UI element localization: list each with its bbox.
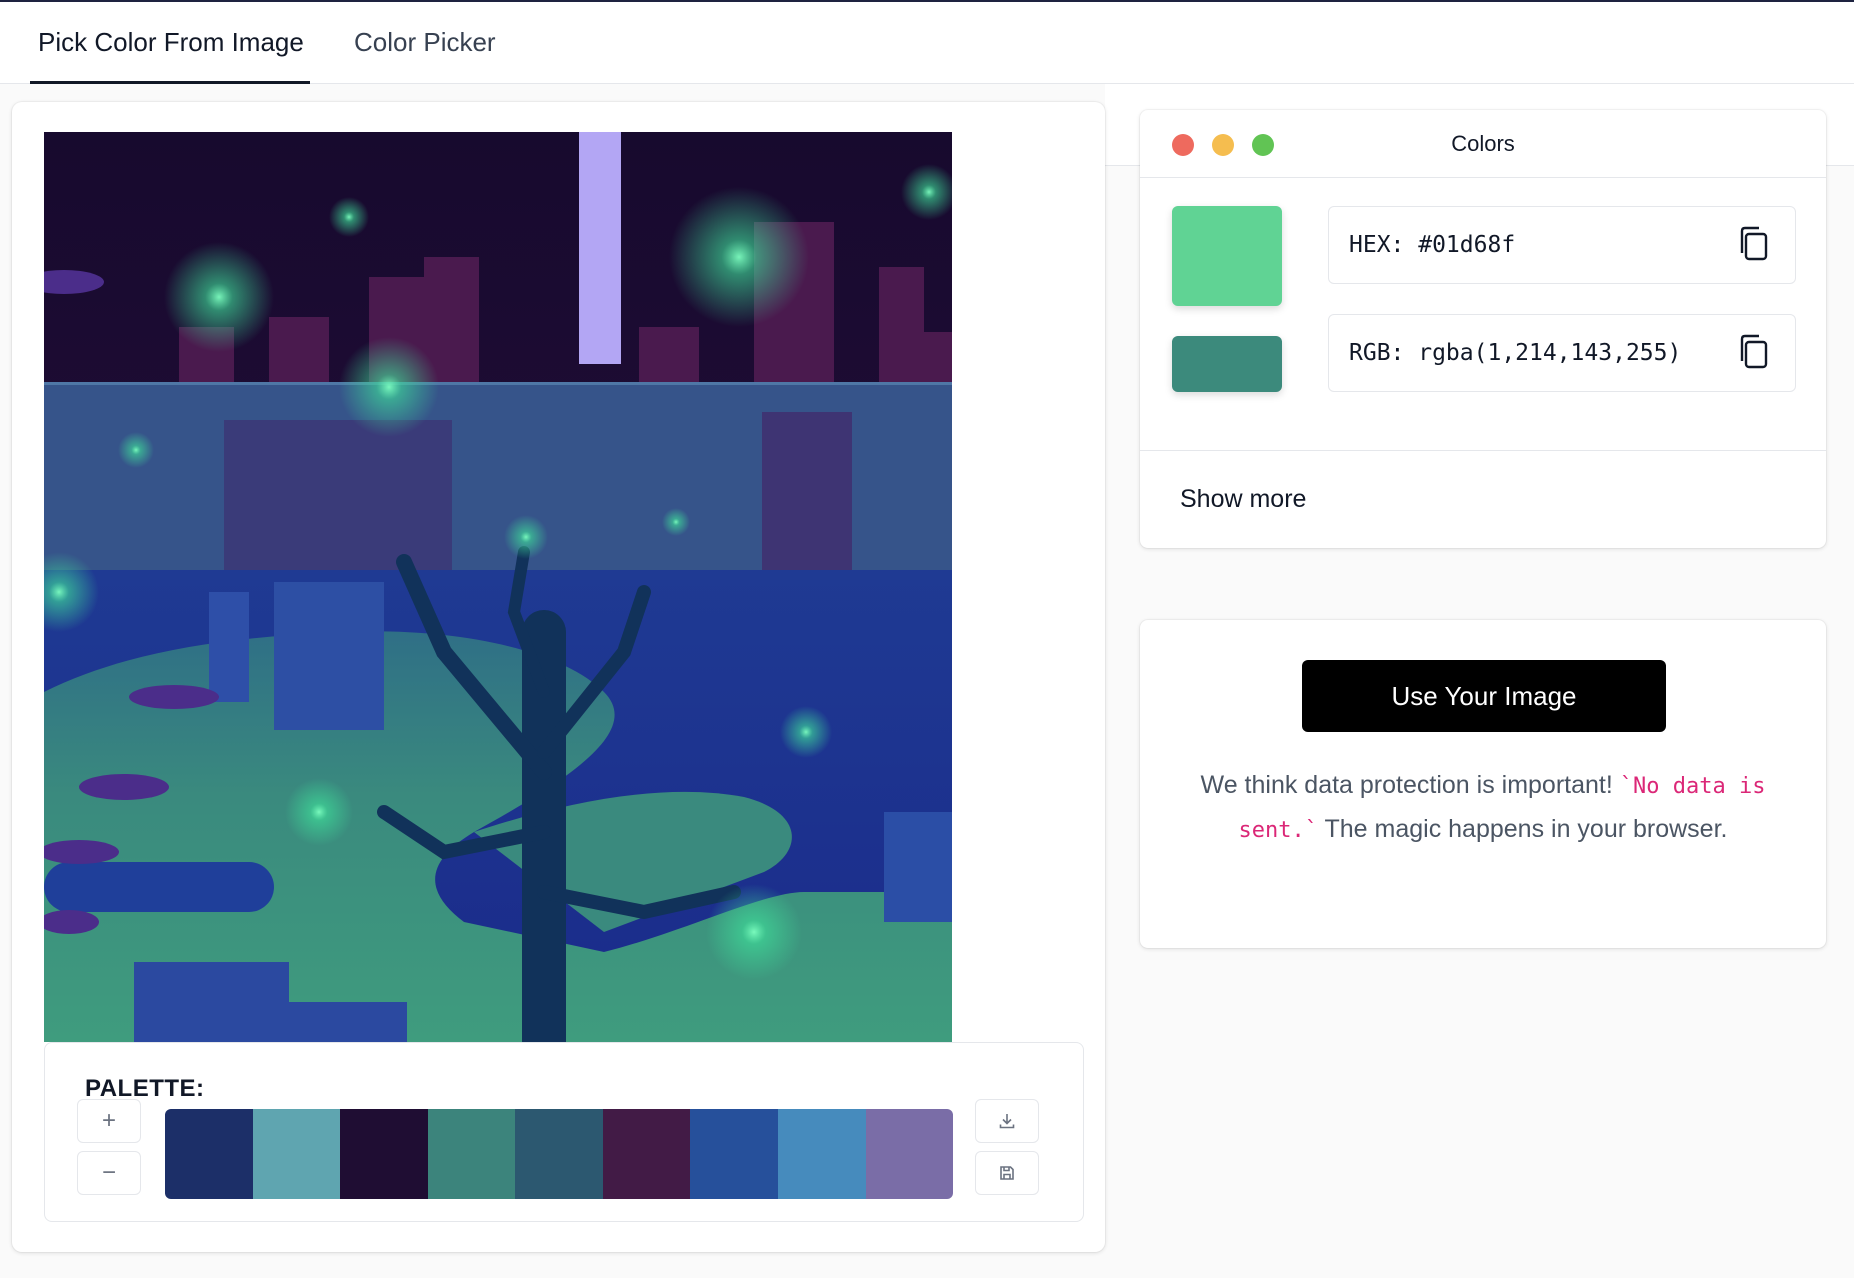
palette-panel: PALETTE: + − [44, 1042, 1084, 1222]
privacy-notice: We think data protection is important! `… [1200, 764, 1766, 852]
plus-icon: + [101, 1107, 116, 1134]
save-palette-button[interactable] [975, 1151, 1039, 1195]
colors-card: Colors HEX: #01d68f RGB: rgba(1,214,143,… [1140, 110, 1826, 548]
colors-card-footer: Show more [1140, 450, 1826, 548]
palette-swatch[interactable] [777, 1109, 866, 1199]
palette-swatch[interactable] [865, 1109, 953, 1199]
download-palette-button[interactable] [975, 1099, 1039, 1143]
remove-color-button[interactable]: − [77, 1151, 141, 1195]
colors-card-header: Colors [1140, 110, 1826, 178]
add-color-button[interactable]: + [77, 1099, 141, 1143]
copy-rgb-button[interactable] [1737, 333, 1773, 373]
hex-value-text: HEX: #01d68f [1349, 232, 1516, 258]
palette-swatch[interactable] [165, 1109, 253, 1199]
palette-swatch[interactable] [340, 1109, 428, 1199]
rgb-value-text: RGB: rgba(1,214,143,255) [1349, 340, 1682, 366]
tab-bar: Pick Color From Image Color Picker [0, 2, 1854, 84]
palette-swatch[interactable] [515, 1109, 603, 1199]
active-tab-indicator [30, 81, 310, 84]
colors-card-title: Colors [1451, 131, 1515, 156]
image-card: PALETTE: + − [12, 102, 1105, 1252]
hex-value-box: HEX: #01d68f [1328, 206, 1796, 284]
palette-swatches [165, 1109, 953, 1199]
save-icon [1000, 1166, 1014, 1180]
minus-icon: − [101, 1159, 116, 1186]
palette-swatch[interactable] [602, 1109, 691, 1199]
show-more-link[interactable]: Show more [1180, 451, 1306, 549]
download-icon [999, 1114, 1015, 1129]
privacy-text-after: The magic happens in your browser. [1324, 815, 1728, 843]
palette-swatch[interactable] [427, 1109, 516, 1199]
tab-color-picker[interactable]: Color Picker [346, 2, 504, 84]
secondary-color-swatch[interactable] [1172, 336, 1282, 392]
use-your-image-button[interactable]: Use Your Image [1302, 660, 1666, 732]
palette-swatch[interactable] [252, 1109, 341, 1199]
use-image-card: Use Your Image We think data protection … [1140, 620, 1826, 948]
tab-pick-color-from-image[interactable]: Pick Color From Image [30, 2, 312, 84]
rgb-value-box: RGB: rgba(1,214,143,255) [1328, 314, 1796, 392]
palette-swatch[interactable] [690, 1109, 778, 1199]
primary-color-swatch[interactable] [1172, 206, 1282, 306]
privacy-text-before: We think data protection is important! [1200, 771, 1613, 799]
source-image-canvas[interactable] [44, 132, 952, 1042]
copy-hex-button[interactable] [1737, 225, 1773, 265]
